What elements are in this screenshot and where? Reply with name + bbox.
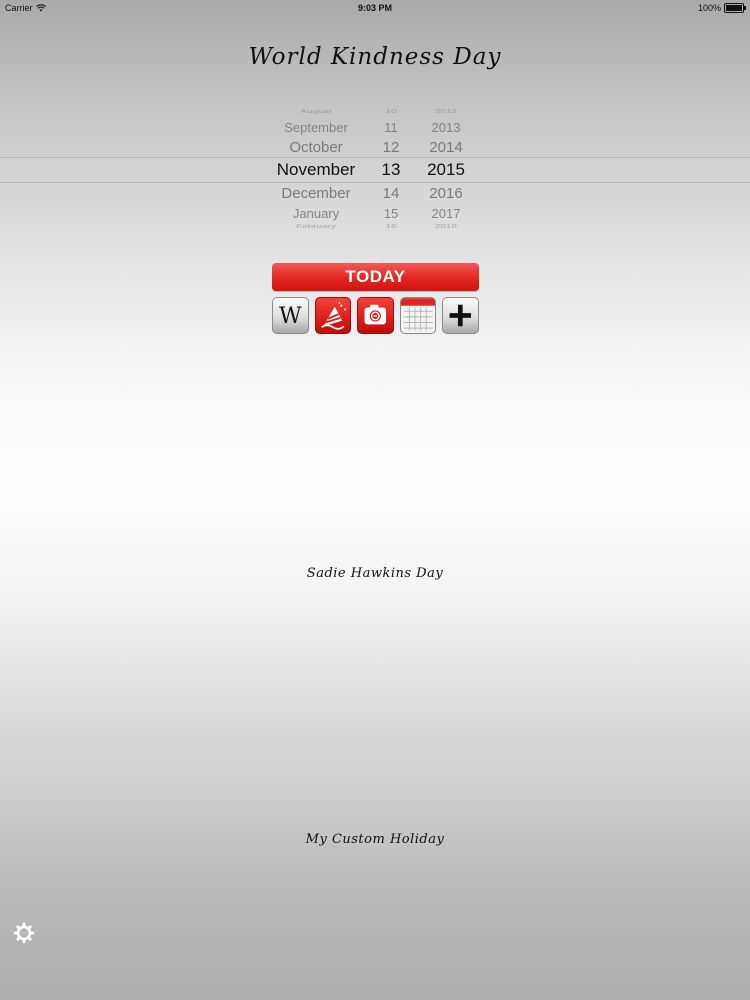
wikipedia-letter: W xyxy=(278,304,302,329)
camera-icon[interactable] xyxy=(357,297,394,334)
picker-month[interactable]: January xyxy=(262,206,370,221)
battery-status: 100% xyxy=(697,3,746,13)
picker-day-selected[interactable]: 13 xyxy=(370,160,412,180)
picker-month[interactable]: February xyxy=(262,224,370,230)
picker-month[interactable]: December xyxy=(262,185,370,202)
action-toolbar: W xyxy=(272,297,479,334)
picker-day-column[interactable]: 10 11 12 13 14 15 16 xyxy=(370,104,412,234)
holiday-label[interactable]: My Custom Holiday xyxy=(0,832,750,847)
calendar-icon[interactable] xyxy=(399,297,437,334)
picker-year[interactable]: 2016 xyxy=(414,185,478,202)
battery-percent: 100% xyxy=(697,3,721,13)
picker-month[interactable]: August xyxy=(262,109,370,115)
picker-month[interactable]: September xyxy=(262,120,370,135)
picker-year-selected[interactable]: 2015 xyxy=(414,160,478,180)
add-icon[interactable] xyxy=(442,297,479,334)
picker-day[interactable]: 14 xyxy=(370,185,412,202)
wikipedia-icon[interactable]: W xyxy=(272,297,309,334)
picker-year[interactable]: 2018 xyxy=(414,224,478,230)
holiday-title: World Kindness Day xyxy=(248,44,502,70)
picker-day[interactable]: 15 xyxy=(370,206,412,221)
picker-year[interactable]: 2013 xyxy=(414,120,478,135)
picker-year-column[interactable]: 2012 2013 2014 2015 2016 2017 2018 xyxy=(414,104,478,234)
picker-month-column[interactable]: August September October November Decemb… xyxy=(262,104,370,234)
picker-day[interactable]: 16 xyxy=(370,224,412,230)
picker-year[interactable]: 2012 xyxy=(414,109,478,115)
picker-month-selected[interactable]: November xyxy=(262,160,370,180)
holiday-label[interactable]: Sadie Hawkins Day xyxy=(0,566,750,581)
status-bar: Carrier 9:03 PM 100% xyxy=(0,0,750,18)
gear-icon[interactable] xyxy=(13,922,35,944)
picker-month[interactable]: October xyxy=(262,139,370,156)
picker-day[interactable]: 11 xyxy=(370,120,412,135)
date-picker[interactable]: August September October November Decemb… xyxy=(0,104,750,234)
party-icon[interactable] xyxy=(314,297,352,334)
picker-day[interactable]: 10 xyxy=(370,109,412,115)
status-time: 9:03 PM xyxy=(357,3,392,13)
picker-year[interactable]: 2014 xyxy=(414,139,478,156)
picker-year[interactable]: 2017 xyxy=(414,206,478,221)
picker-day[interactable]: 12 xyxy=(370,139,412,156)
today-button[interactable]: TODAY xyxy=(272,263,479,291)
battery-icon xyxy=(724,3,746,13)
